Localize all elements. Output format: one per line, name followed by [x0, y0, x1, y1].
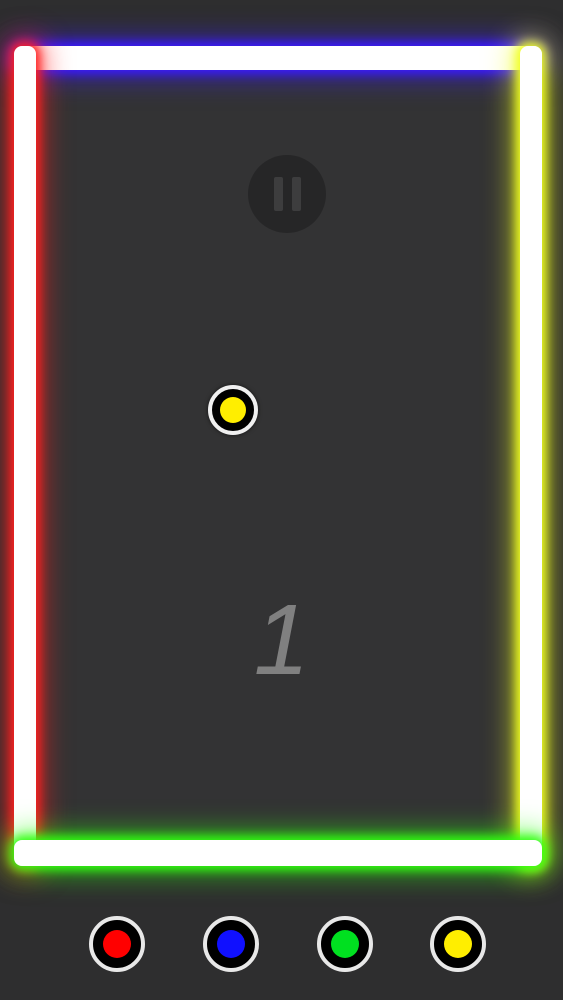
score-value: 1	[253, 584, 310, 696]
pause-icon-bar	[291, 177, 301, 211]
yellow-dot-icon	[444, 930, 472, 958]
color-button-blue[interactable]	[203, 916, 259, 972]
bottom-wall	[14, 840, 542, 866]
color-selector	[0, 910, 563, 980]
blue-dot-icon	[217, 930, 245, 958]
color-button-red[interactable]	[89, 916, 145, 972]
ball	[208, 385, 258, 435]
right-wall	[520, 46, 542, 866]
pause-icon	[273, 177, 283, 211]
ball-core	[220, 397, 246, 423]
left-wall	[14, 46, 36, 866]
pause-button[interactable]	[248, 155, 326, 233]
top-wall	[14, 46, 542, 70]
red-dot-icon	[103, 930, 131, 958]
color-button-yellow[interactable]	[430, 916, 486, 972]
score-display: 1	[0, 580, 563, 700]
color-button-green[interactable]	[317, 916, 373, 972]
game-screen: 1	[0, 0, 563, 1000]
green-dot-icon	[331, 930, 359, 958]
